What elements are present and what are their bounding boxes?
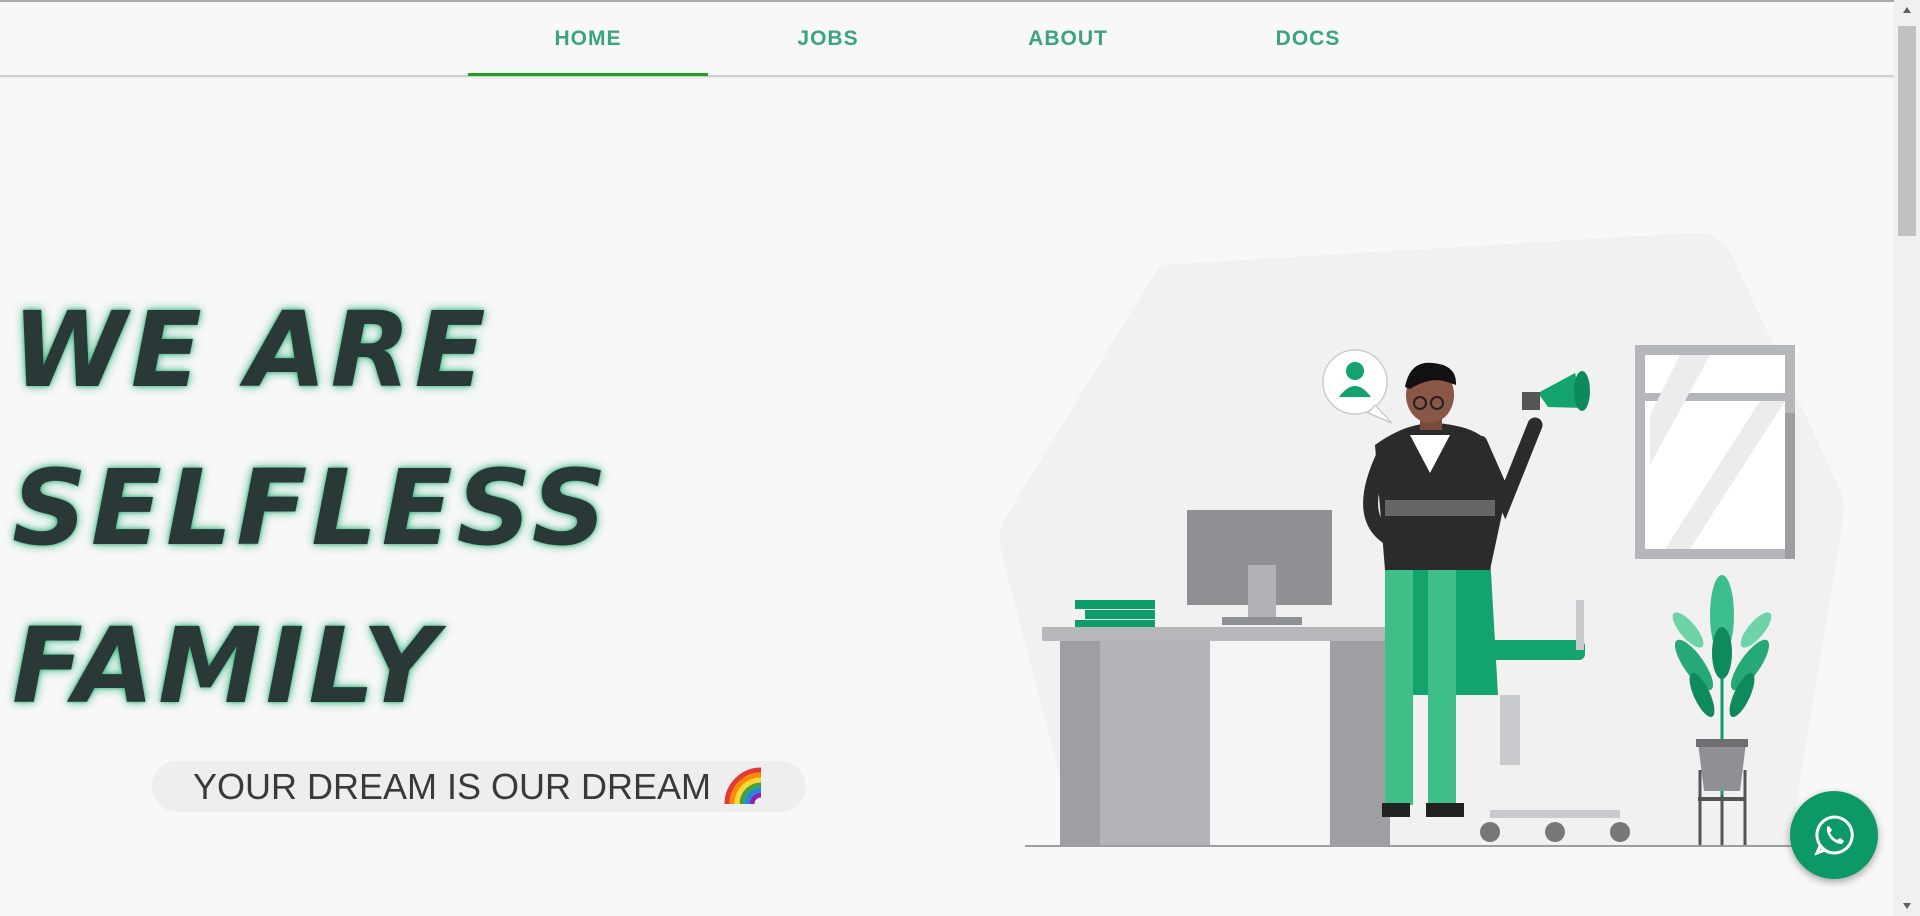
tab-home[interactable]: HOME — [468, 2, 708, 76]
tagline-text: YOUR DREAM IS OUR DREAM — [192, 765, 712, 807]
scroll-up-arrow-icon[interactable] — [1894, 0, 1920, 20]
user-icon — [1346, 362, 1364, 380]
office-desk — [1042, 600, 1412, 845]
tab-jobs[interactable]: JOBS — [708, 2, 948, 75]
window-frame — [1635, 345, 1795, 559]
top-navigation: HOME JOBS ABOUT DOCS — [0, 2, 1894, 77]
whatsapp-icon — [1814, 815, 1854, 856]
hero-illustration — [999, 232, 1850, 847]
rainbow-icon — [724, 767, 762, 804]
scrollbar-thumb[interactable] — [1898, 26, 1916, 236]
tab-docs[interactable]: DOCS — [1188, 2, 1428, 75]
hero-headline-line-1: WE ARE — [12, 289, 490, 411]
tab-about[interactable]: ABOUT — [948, 2, 1188, 75]
hero-headline-line-3: FAMILY — [12, 605, 442, 727]
hero-tagline: YOUR DREAM IS OUR DREAM — [152, 761, 806, 812]
hero-headline-line-2: SELFLESS — [12, 447, 611, 569]
whatsapp-chat-button[interactable] — [1790, 791, 1878, 879]
vertical-scrollbar[interactable] — [1894, 0, 1920, 916]
scroll-down-arrow-icon[interactable] — [1894, 896, 1920, 916]
